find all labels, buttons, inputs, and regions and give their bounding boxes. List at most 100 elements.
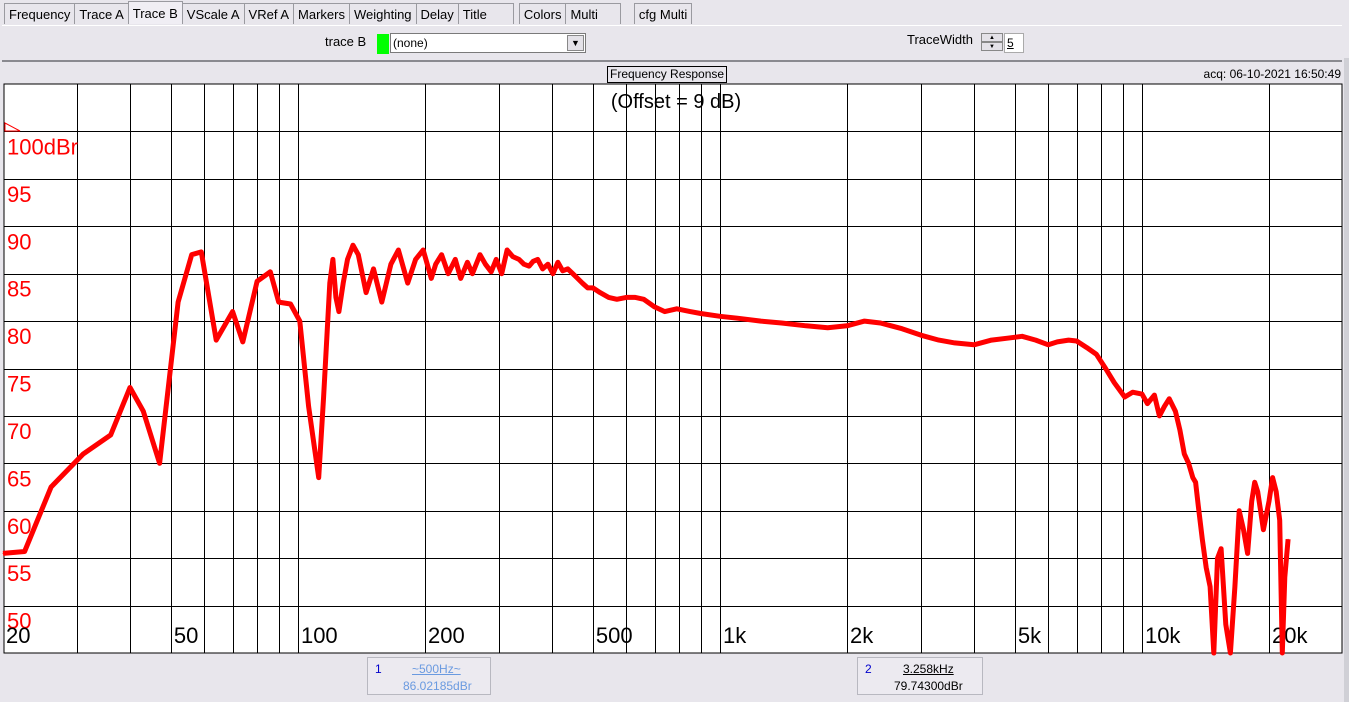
trace-point [616, 298, 618, 300]
trace-point [332, 258, 334, 260]
trace-point [299, 320, 301, 322]
trace-point [1076, 340, 1078, 342]
trace-point [1275, 491, 1277, 493]
trace-point [973, 344, 975, 346]
trace-point [1284, 576, 1286, 578]
trace-point [1254, 481, 1256, 483]
trace-point [567, 268, 569, 270]
trace-point [110, 434, 112, 436]
marker-1-number: 1 [375, 662, 382, 676]
trace-point [215, 339, 217, 341]
trace-point [1195, 481, 1197, 483]
trace-point [532, 260, 534, 262]
trace-point [479, 254, 481, 256]
trace-point [1124, 396, 1126, 398]
trace-point [1281, 652, 1283, 654]
trace-point [441, 254, 443, 256]
trace-point [1247, 552, 1249, 554]
trace-point [471, 273, 473, 275]
trace-point [1279, 519, 1281, 521]
trace-point [1209, 586, 1211, 588]
trace-point [460, 277, 462, 279]
trace-point [518, 258, 520, 260]
trace-point [447, 273, 449, 275]
trace-point [1287, 538, 1289, 540]
x-tick-label: 10k [1145, 623, 1181, 648]
trace-point [938, 339, 940, 341]
trace-point [1243, 529, 1244, 531]
trace-point [82, 453, 84, 455]
trace-point [1056, 341, 1058, 343]
trace-point [1105, 368, 1107, 369]
trace-point [805, 325, 807, 327]
trace-point [335, 296, 337, 298]
trace-point [1095, 353, 1097, 355]
trace-point [599, 292, 601, 294]
trace-point [490, 271, 492, 273]
trace-point [625, 296, 627, 298]
trace-point [1146, 403, 1148, 405]
trace-point [700, 313, 702, 314]
x-tick-label: 2k [850, 623, 874, 648]
marker-2-readout[interactable]: 2 3.258kHz 79.74300dBr [857, 657, 983, 695]
trace-point [495, 258, 497, 260]
y-tick-label: 65 [7, 466, 31, 491]
trace-point [1234, 586, 1236, 588]
x-tick-label: 20k [1272, 623, 1308, 648]
trace-point [1192, 477, 1194, 479]
trace-point [1217, 557, 1218, 559]
trace-point [552, 273, 554, 275]
marker-2-frequency[interactable]: 3.258kHz [903, 662, 954, 676]
trace-point [454, 258, 456, 260]
trace-point [1153, 394, 1155, 396]
trace-point [643, 298, 645, 300]
trace-point [920, 334, 922, 336]
trace-point [415, 258, 417, 260]
trace-point [177, 301, 179, 303]
marker-1-readout[interactable]: 1 ~500Hz~ 86.02185dBr [367, 657, 491, 695]
trace-point [329, 282, 331, 284]
trace-point [1179, 429, 1181, 431]
trace-point [1021, 335, 1023, 337]
trace-point [1163, 405, 1165, 407]
trace-point [676, 308, 678, 310]
trace-point [1047, 344, 1049, 346]
y-tick-label: 90 [7, 229, 31, 254]
trace-point [1272, 477, 1274, 479]
trace-point [1220, 548, 1222, 550]
trace-point [542, 268, 544, 270]
trace-point [879, 322, 881, 324]
y-tick-label: 55 [7, 561, 31, 586]
trace-point [781, 322, 783, 324]
frequency-response-chart[interactable]: 100dBr95908580757065605550 20 50 100 200 500… [0, 0, 1349, 702]
trace-point [608, 296, 610, 298]
trace-point [1205, 567, 1207, 569]
trace-point [1158, 415, 1160, 417]
trace-point [484, 263, 486, 265]
trace-point [407, 282, 409, 284]
trace-point [689, 311, 691, 313]
trace-point [719, 315, 721, 317]
y-tick-label: 80 [7, 324, 31, 349]
trace-point [587, 287, 589, 289]
trace-point [2, 552, 4, 554]
chart-subtitle: (Offset = 9 dB) [611, 91, 741, 113]
x-tick-label: 5k [1018, 623, 1042, 648]
trace-point [342, 282, 344, 284]
y-tick-label: 85 [7, 277, 31, 302]
trace-point [1141, 393, 1143, 395]
trace-point [24, 551, 26, 552]
trace-point [347, 258, 348, 260]
trace-point [864, 320, 865, 322]
marker-1-value: 86.02185dBr [403, 679, 472, 693]
trace-point [1086, 347, 1088, 349]
trace-point [846, 325, 848, 327]
trace-point [338, 311, 340, 313]
trace-point [827, 327, 829, 329]
trace-point [1068, 339, 1070, 341]
trace-point [1260, 510, 1262, 512]
trace-point [537, 258, 539, 260]
trace-point [308, 405, 310, 407]
x-tick-label: 200 [428, 623, 465, 648]
marker-1-frequency[interactable]: ~500Hz~ [412, 662, 461, 676]
